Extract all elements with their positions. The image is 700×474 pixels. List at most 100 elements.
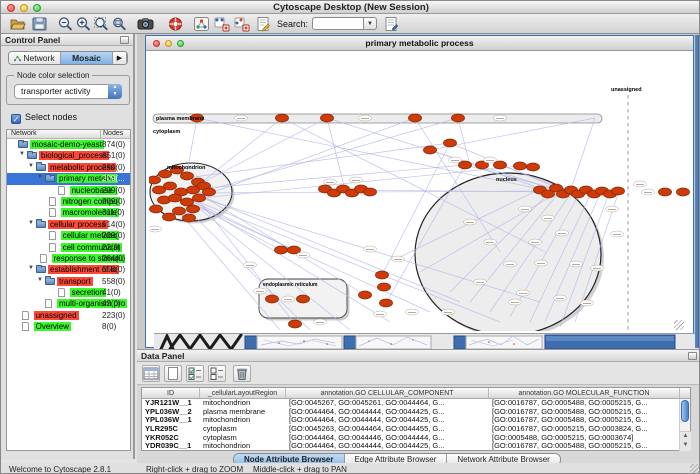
network-window-resize-grip[interactable] — [674, 320, 684, 330]
unselect-attributes-icon[interactable] — [208, 365, 226, 382]
gene-node — [276, 114, 289, 122]
layout-edges-icon[interactable] — [233, 16, 250, 32]
search-dropdown-arrow-icon[interactable]: ▼ — [364, 17, 377, 30]
gene-label-node — [235, 115, 248, 121]
app-resize-grip[interactable] — [690, 464, 700, 474]
tree-row[interactable]: mosaic-demo-yeast874(0) — [7, 139, 130, 150]
tree-expand-arrow-icon[interactable]: ▼ — [28, 220, 34, 226]
tree-row-label: secretion — [70, 288, 106, 297]
minimized-windows-strip[interactable] — [154, 333, 700, 350]
zoom-in-icon[interactable] — [75, 16, 92, 32]
network-tree: Network Nodes mosaic-demo-yeast874(0)▼bi… — [6, 129, 131, 451]
new-attribute-icon[interactable] — [164, 365, 182, 382]
table-column-header[interactable]: annotation.GO CELLULAR_COMPONENT — [286, 388, 489, 398]
gene-label-node — [324, 179, 337, 185]
tree-row[interactable]: nitrogen compo209(0) — [7, 196, 130, 207]
tree-expand-arrow-icon[interactable]: ▼ — [28, 265, 34, 271]
tree-row[interactable]: cellular metabo209(0) — [7, 230, 130, 241]
tree-row[interactable]: Overview8(0) — [7, 321, 130, 332]
table-column-header[interactable]: ID — [142, 388, 200, 398]
zoom-fit-icon[interactable] — [93, 16, 110, 32]
table-cell: [GO:0045263, GO:0044464, GO:0044455, G..… — [286, 425, 489, 434]
gene-label-node — [297, 252, 310, 258]
tab-mosaic[interactable]: Mosaic — [61, 52, 113, 64]
attribute-editor-icon[interactable] — [383, 16, 400, 32]
window-titlebar[interactable]: Cytoscape Desktop (New Session) — [1, 1, 700, 14]
annotation-icon[interactable] — [255, 16, 272, 32]
float-data-panel-icon[interactable] — [688, 352, 697, 360]
gene-label-node — [581, 300, 594, 306]
folder-icon — [27, 152, 37, 159]
open-file-icon[interactable] — [9, 16, 26, 32]
tree-row[interactable]: cell communicat22(0) — [7, 242, 130, 253]
network-overview-icon[interactable] — [193, 16, 210, 32]
search-label: Search: — [277, 19, 308, 29]
tab-network[interactable]: Network — [9, 52, 61, 64]
search-input[interactable] — [312, 17, 364, 30]
table-row[interactable]: YDR039C__1mitochondrion[GO:0044464, GO:0… — [142, 442, 690, 451]
select-nodes-checkbox[interactable]: ✓ — [11, 114, 21, 124]
tab-node-attribute-browser[interactable]: Node Attribute Browser — [234, 454, 345, 463]
gene-node — [150, 205, 163, 213]
help-lifesaver-icon[interactable] — [167, 16, 184, 32]
tree-row[interactable]: macromolecule311(0) — [7, 207, 130, 218]
tree-row[interactable]: ▼cellular process614(0) — [7, 219, 130, 230]
tree-expand-arrow-icon[interactable]: ▼ — [37, 277, 43, 283]
tree-row[interactable]: response to stimulu264(0) — [7, 253, 130, 264]
scrollbar-arrows[interactable]: ▲▼ — [680, 431, 691, 451]
scrollbar-thumb[interactable] — [681, 400, 689, 422]
network-window-right-border — [695, 35, 700, 348]
attribute-table-icon[interactable] — [142, 365, 160, 382]
tree-row-node-count: 558(0) — [102, 265, 125, 274]
table-column-header[interactable]: annotation.GO MOLECULAR_FUNCTION — [489, 388, 680, 398]
zoom-selected-icon[interactable] — [111, 16, 128, 32]
tree-row[interactable]: secretion41(0) — [7, 287, 130, 298]
layout-nodes-icon[interactable] — [213, 16, 230, 32]
delete-attribute-trash-icon[interactable] — [233, 365, 251, 382]
attribute-table-header[interactable]: ID_cellularLayoutRegionannotation.GO CEL… — [142, 388, 690, 399]
network-edge — [571, 118, 595, 189]
tree-row[interactable]: ▼establishment of lo558(0) — [7, 264, 130, 275]
tab-network-attribute-browser[interactable]: Network Attribute Browser — [447, 454, 559, 463]
table-vertical-scrollbar[interactable]: ▲▼ — [679, 399, 690, 451]
network-canvas[interactable]: plasma membranecytoplasmmitochondrionnuc… — [149, 52, 692, 331]
zoom-out-icon[interactable] — [57, 16, 74, 32]
tree-expand-arrow-icon[interactable]: ▼ — [28, 163, 34, 169]
cytoplasm-label: cytoplasm — [153, 129, 180, 135]
gene-label-node — [504, 261, 517, 267]
gene-node — [380, 299, 393, 307]
table-row[interactable]: YLR295Ccytoplasm[GO:0045263, GO:0044464,… — [142, 425, 690, 434]
table-row[interactable]: YJR121W__1mitochondrion[GO:0045267, GO:0… — [142, 399, 690, 408]
select-attributes-icon[interactable] — [186, 365, 204, 382]
node-color-dropdown[interactable]: transporter activity ▲▼ — [14, 84, 122, 99]
network-window-titlebar[interactable]: primary metabolic process — [146, 36, 693, 51]
gene-label-node — [484, 239, 497, 245]
gene-label-node — [606, 206, 619, 212]
network-graph[interactable]: plasma membranecytoplasmmitochondrionnuc… — [149, 52, 692, 331]
tree-row[interactable]: ▼biological_process651(0) — [7, 150, 130, 161]
tree-row[interactable]: ▼transport558(0) — [7, 276, 130, 287]
network-view-window[interactable]: primary metabolic process plasma membran… — [145, 35, 694, 348]
tree-row[interactable]: nucleobase-209(0) — [7, 185, 130, 196]
control-panel: Control Panel Network Mosaic ▶ Node colo… — [1, 34, 135, 459]
save-session-icon[interactable] — [31, 16, 48, 32]
tree-row[interactable]: multi-organism pro42(0) — [7, 298, 130, 309]
tree-row[interactable]: unassigned223(0) — [7, 310, 130, 321]
attribute-table[interactable]: ID_cellularLayoutRegionannotation.GO CEL… — [141, 387, 691, 451]
snapshot-camera-icon[interactable] — [137, 16, 154, 32]
tree-row[interactable]: ▼metabolic process280(0) — [7, 162, 130, 173]
table-cell: [GO:0016787, GO:0005488, GO:0005215, G..… — [489, 399, 680, 408]
tab-edge-attribute-browser[interactable]: Edge Attribute Browser — [345, 454, 448, 463]
table-column-header[interactable]: _cellularLayoutRegion — [200, 388, 286, 398]
tree-expand-arrow-icon[interactable]: ▼ — [19, 151, 25, 157]
table-row[interactable]: YPL036W__1mitochondrion[GO:0044464, GO:0… — [142, 416, 690, 425]
gene-label-node — [634, 181, 647, 187]
tab-overflow-arrow-icon[interactable]: ▶ — [113, 52, 127, 64]
tree-expand-arrow-icon[interactable]: ▼ — [37, 174, 43, 180]
select-nodes-row: ✓Select nodes — [11, 112, 77, 123]
float-panel-icon[interactable] — [120, 36, 129, 44]
tree-row[interactable]: ▼primary metabo209(... — [7, 173, 130, 184]
table-row[interactable]: YKR052Ccytoplasm[GO:0044464, GO:0044446,… — [142, 434, 690, 443]
gene-label-node — [464, 219, 477, 225]
table-row[interactable]: YPL036W__2plasma membrane[GO:0044464, GO… — [142, 408, 690, 417]
